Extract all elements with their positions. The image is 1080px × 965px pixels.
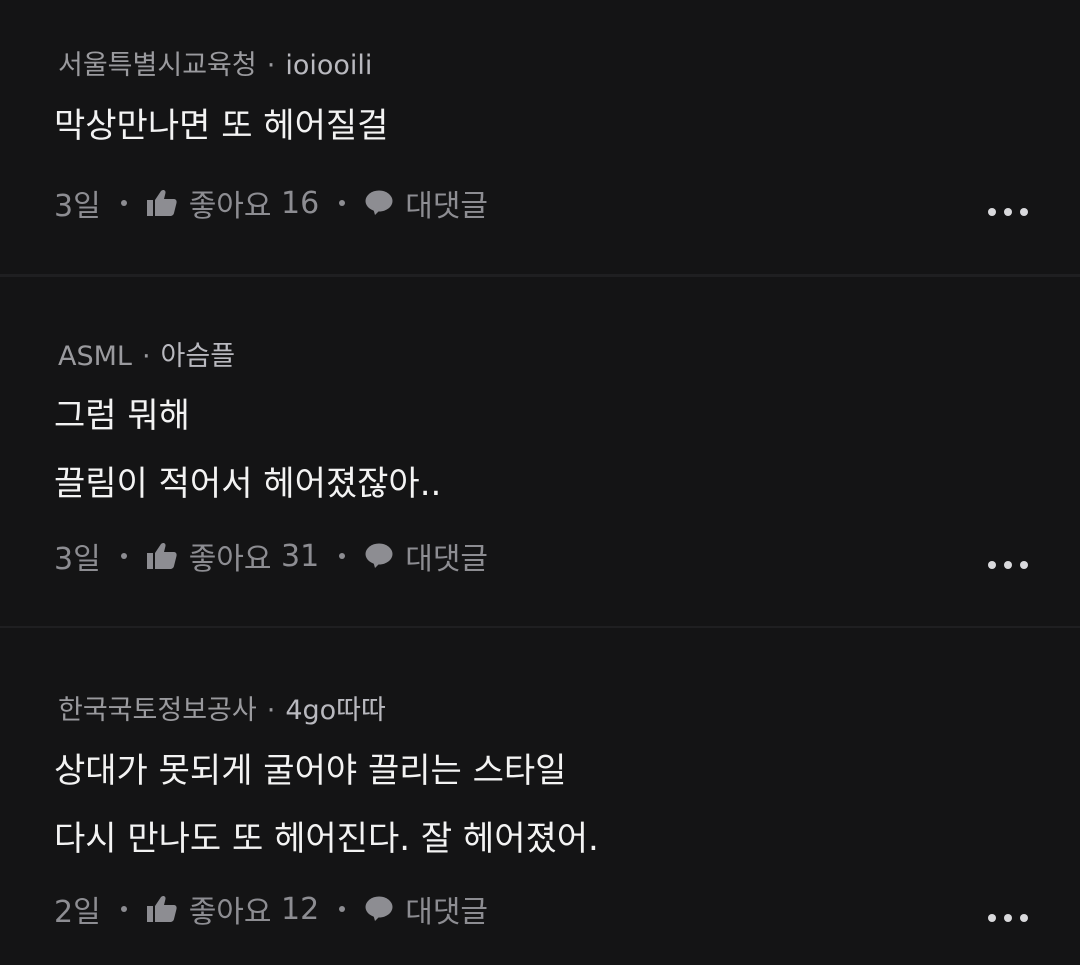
- comment-line: 상대가 못되게 굴어야 끌리는 스타일: [54, 751, 567, 791]
- more-options-button[interactable]: [988, 913, 1028, 923]
- author-nickname: 4go따따: [285, 695, 386, 726]
- like-count: 12: [281, 891, 320, 927]
- comment-actions: 2일 좋아요 12 대댓글: [54, 887, 488, 931]
- more-horizontal-icon: [988, 914, 996, 922]
- dot-separator: [339, 906, 346, 912]
- like-button[interactable]: 좋아요 12: [146, 887, 320, 931]
- comment-card: 한국국토정보공사 · 4go따따 상대가 못되게 굴어야 끌리는 스타일 다시 만나…: [0, 0, 1080, 965]
- like-label: 좋아요: [188, 895, 272, 930]
- meta-separator: ·: [266, 695, 276, 726]
- reply-button[interactable]: 대댓글: [365, 887, 488, 931]
- thumbs-up-icon: [146, 895, 177, 922]
- comment-line: 다시 만나도 또 헤어진다. 잘 헤어졌어.: [54, 819, 599, 859]
- more-horizontal-icon: [1004, 914, 1012, 922]
- reply-label: 대댓글: [405, 895, 489, 930]
- comment-body: 상대가 못되게 굴어야 끌리는 스타일 다시 만나도 또 헤어진다. 잘 헤어졌…: [54, 737, 599, 873]
- comment-time: 2일: [54, 895, 101, 930]
- comment-author[interactable]: 한국국토정보공사 · 4go따따: [58, 688, 386, 727]
- more-horizontal-icon: [1020, 914, 1028, 922]
- dot-separator: [120, 906, 127, 912]
- author-organization: 한국국토정보공사: [58, 695, 257, 726]
- speech-bubble-icon: [365, 896, 393, 921]
